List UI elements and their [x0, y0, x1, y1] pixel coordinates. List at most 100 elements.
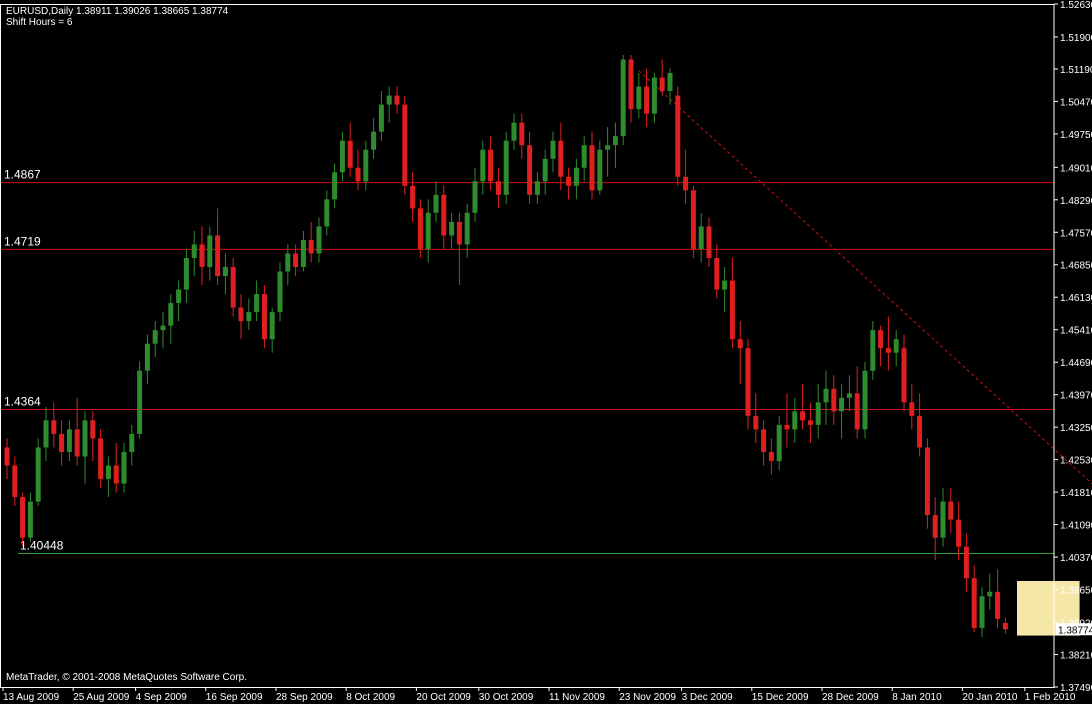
- candle-body: [956, 519, 962, 547]
- candle-body: [386, 95, 392, 105]
- candle-body: [800, 411, 806, 421]
- candle-body: [885, 348, 891, 353]
- candle-body: [261, 294, 267, 340]
- y-tick-label: 1.50470: [1060, 97, 1092, 108]
- x-tick-label: 20 Jan 2010: [962, 692, 1017, 703]
- candle-body: [909, 402, 915, 416]
- candle-body: [113, 465, 119, 484]
- candle-body: [753, 415, 759, 430]
- candle-body: [706, 226, 712, 258]
- chart-window: 1.4867 1.4719 1.4364 1.40448 1.52630 1.51900…: [0, 0, 1092, 704]
- x-tick-label: 8 Jan 2010: [892, 692, 942, 703]
- candle-body: [27, 501, 33, 538]
- eurusd-daily-chart[interactable]: 1.4867 1.4719 1.4364 1.40448 1.52630 1.51900…: [0, 0, 1092, 704]
- candle-body: [254, 294, 260, 313]
- x-tick-label: 15 Dec 2009: [752, 692, 809, 703]
- candle-body: [714, 257, 720, 290]
- candle-body: [339, 140, 345, 173]
- y-tick-label: 1.47570: [1060, 228, 1092, 239]
- candle-body: [371, 131, 377, 150]
- candle: [402, 95, 408, 195]
- candle-body: [846, 393, 852, 398]
- y-tick-label: 1.43970: [1060, 391, 1092, 402]
- candle-body: [948, 501, 954, 520]
- candle-body: [737, 339, 743, 349]
- candle: [675, 86, 681, 186]
- candle-body: [66, 429, 72, 452]
- candle-body: [589, 145, 595, 191]
- candle-body: [503, 140, 509, 195]
- candle-body: [246, 312, 252, 322]
- candle-body: [4, 447, 10, 466]
- candle-body: [1002, 622, 1008, 630]
- y-tick-label: 1.51900: [1060, 33, 1092, 44]
- y-tick-label: 1.48290: [1060, 196, 1092, 207]
- candle-body: [605, 145, 611, 150]
- candle-body: [12, 465, 18, 498]
- candle-body: [129, 433, 135, 452]
- horizontal-line-label: 1.4719: [4, 234, 41, 248]
- candle-body: [215, 235, 221, 277]
- copyright-text: MetaTrader, © 2001-2008 MetaQuotes Softw…: [6, 672, 247, 683]
- candle-body: [98, 438, 104, 480]
- candle-body: [238, 307, 244, 322]
- candle-body: [433, 194, 439, 213]
- y-tick-label: 1.43250: [1060, 423, 1092, 434]
- candle: [924, 438, 930, 529]
- candle: [503, 131, 509, 204]
- candle-body: [394, 95, 400, 105]
- candle-body: [550, 140, 556, 159]
- candle: [137, 361, 143, 439]
- candle-body: [207, 235, 213, 268]
- y-tick-label: 1.40370: [1060, 553, 1092, 564]
- candle-body: [410, 185, 416, 209]
- candle-body: [59, 433, 65, 452]
- candle-body: [355, 167, 361, 182]
- candle-body: [222, 267, 228, 277]
- candle-body: [480, 149, 486, 182]
- candle-body: [488, 149, 494, 182]
- candle-body: [620, 59, 626, 137]
- candle-body: [761, 429, 767, 452]
- candle-body: [807, 420, 813, 425]
- candle-body: [464, 212, 470, 245]
- candle-body: [932, 515, 938, 538]
- y-tick-label: 1.45410: [1060, 326, 1092, 337]
- y-tick-label: 1.52630: [1060, 0, 1092, 11]
- candle-body: [901, 348, 907, 403]
- y-tick-label: 1.42530: [1060, 456, 1092, 467]
- candle-body: [43, 420, 49, 448]
- candle-body: [558, 140, 564, 177]
- candle-body: [722, 280, 728, 290]
- candle-body: [831, 388, 837, 412]
- candle: [862, 361, 868, 439]
- candle-body: [402, 104, 408, 186]
- candle-body: [449, 221, 455, 236]
- candle: [690, 185, 696, 258]
- candle-body: [683, 176, 689, 191]
- candle-body: [285, 253, 291, 272]
- candle-body: [324, 199, 330, 227]
- candle-body: [573, 167, 579, 186]
- candle-body: [534, 181, 540, 195]
- candle-body: [917, 415, 923, 448]
- candle-body: [90, 420, 96, 439]
- candle-body: [176, 289, 182, 304]
- x-tick-label: 1 Feb 2010: [1025, 692, 1076, 703]
- y-tick-label: 1.49010: [1060, 163, 1092, 174]
- candle-body: [332, 172, 338, 200]
- horizontal-line-label: 1.4867: [4, 168, 41, 182]
- candle-body: [74, 429, 80, 457]
- chart-background: [0, 0, 1092, 704]
- candle-body: [456, 221, 462, 245]
- y-tick-label: 1.41090: [1060, 521, 1092, 532]
- candle-body: [105, 465, 111, 480]
- x-tick-label: 28 Dec 2009: [822, 692, 879, 703]
- x-tick-label: 16 Sep 2009: [206, 692, 263, 703]
- candle-body: [527, 145, 533, 195]
- chart-header-shift: Shift Hours = 6: [6, 17, 73, 28]
- candle-body: [823, 388, 829, 403]
- candle-body: [191, 244, 197, 258]
- y-tick-label: 1.46850: [1060, 261, 1092, 272]
- candle-body: [729, 280, 735, 340]
